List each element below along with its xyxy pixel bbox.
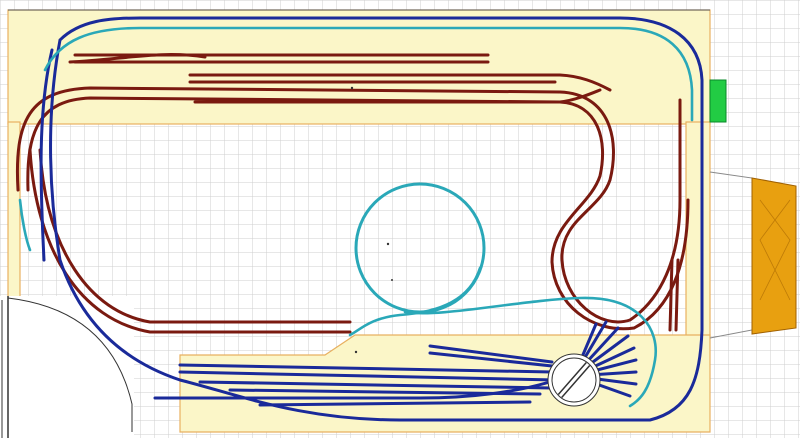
baseboard-right-strip bbox=[685, 121, 711, 337]
layout-diagram bbox=[0, 0, 800, 438]
control-panel-icon bbox=[709, 79, 727, 123]
track-plan-canvas bbox=[0, 0, 800, 438]
door-arc-icon bbox=[0, 296, 134, 438]
engine-shed-icon bbox=[751, 177, 797, 335]
